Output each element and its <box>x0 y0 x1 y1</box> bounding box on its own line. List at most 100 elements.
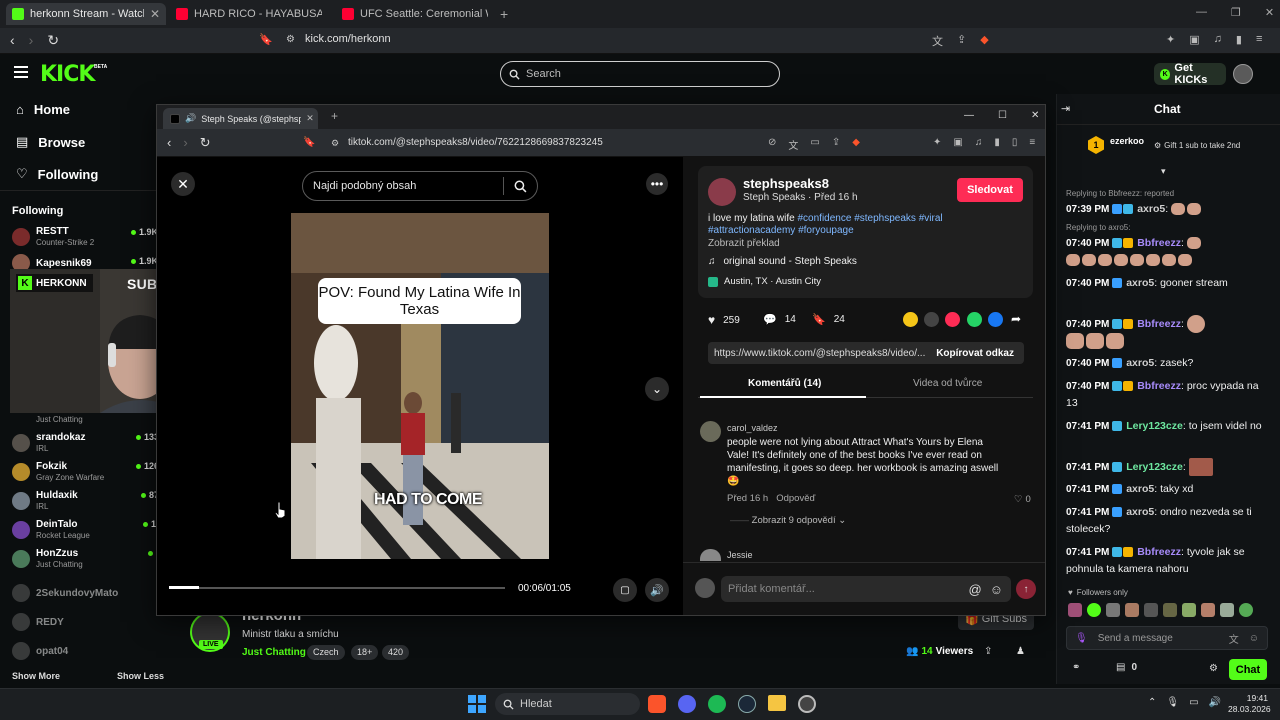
reload-icon[interactable]: ↻ <box>200 135 211 151</box>
hamburger-menu-icon[interactable] <box>14 66 28 78</box>
vpn-icon[interactable]: ▮ <box>994 137 1000 148</box>
close-icon[interactable]: ✕ <box>1265 6 1274 19</box>
next-video-icon[interactable]: ⌄ <box>645 377 669 401</box>
hashtag[interactable]: #viral <box>919 213 943 224</box>
follow-button[interactable]: Sledovat <box>957 178 1023 202</box>
restore-icon[interactable]: ❐ <box>1231 6 1241 19</box>
translate-icon[interactable]: 文 <box>788 137 798 152</box>
gift-sub-prompt[interactable]: ⚙ Gift 1 sub to take 2nd <box>1154 141 1240 150</box>
emoji-icon[interactable]: ☺ <box>990 582 1003 597</box>
channel-points-icon[interactable]: ⚭ <box>1072 662 1080 673</box>
cast-icon[interactable]: ▭ <box>810 137 819 152</box>
facebook-icon[interactable] <box>988 312 1003 327</box>
file-explorer-icon[interactable] <box>768 695 786 711</box>
taskbar-search[interactable]: Hledat <box>495 693 640 715</box>
tag-18plus[interactable]: 18+ <box>351 645 379 660</box>
avatar[interactable] <box>1106 603 1120 617</box>
show-more-link[interactable]: Show More <box>12 671 60 681</box>
avatar[interactable] <box>1068 603 1082 617</box>
nav-following[interactable]: ♡ Following <box>16 166 98 182</box>
video-progress-track[interactable] <box>169 587 505 589</box>
discord-icon[interactable] <box>678 695 696 713</box>
channel-offline[interactable]: opat04 <box>12 642 68 660</box>
volume-icon[interactable]: 🔊 <box>645 578 669 602</box>
minimize-icon[interactable]: — <box>964 110 974 121</box>
channel-honzzus[interactable]: HonZzus Just Chatting <box>12 548 83 569</box>
tab-creator-videos[interactable]: Videa od tvůrce <box>913 378 982 389</box>
sidebar-icon[interactable]: ▯ <box>1012 137 1018 148</box>
back-icon[interactable]: ‹ <box>10 32 15 49</box>
speaker-icon[interactable]: 🔊 <box>1209 697 1221 708</box>
comment-username[interactable]: carol_valdez <box>727 423 778 433</box>
tab-kick[interactable]: herkonn Stream - Watch Live on Kick ✕ <box>6 3 166 25</box>
send-to-friends-icon[interactable] <box>945 312 960 327</box>
brave-shield-icon[interactable]: ◆ <box>852 137 860 152</box>
network-icon[interactable]: ▭ <box>1189 697 1198 708</box>
channel-fokzik[interactable]: Fokzik Gray Zone Warfare <box>12 461 104 482</box>
channel-deintalo[interactable]: DeinTalo Rocket League <box>12 519 90 540</box>
user-avatar[interactable] <box>1233 64 1253 84</box>
show-less-link[interactable]: Show Less <box>117 671 164 681</box>
tab-youtube-hard-rico[interactable]: HARD RICO - HAYABUSA (Official Video) <box>170 3 330 25</box>
top-gifter-name[interactable]: ezerkoo <box>1110 136 1144 146</box>
extensions-icon[interactable]: ✦ <box>1166 33 1175 46</box>
avatar[interactable] <box>1201 603 1215 617</box>
media-icon[interactable]: ♫ <box>975 137 983 148</box>
mic-icon[interactable]: 🎙 <box>1075 633 1088 644</box>
share-icon[interactable]: ⇪ <box>832 137 840 152</box>
bookmark-icon[interactable]: 🔖 <box>303 137 315 148</box>
comment-like-button[interactable]: ♡ 0 <box>1014 494 1031 505</box>
reload-icon[interactable]: ↻ <box>47 32 59 49</box>
post-comment-button[interactable]: ↑ <box>1016 579 1036 599</box>
taskbar-clock[interactable]: 19:41 28.03.2026 <box>1228 693 1271 715</box>
popup-url-text[interactable]: tiktok.com/@stephspeaks8/video/762212866… <box>348 137 603 148</box>
similar-content-search-input[interactable]: Najdi podobný obsah <box>302 171 538 201</box>
pinned-toggle-icon[interactable]: ▾ <box>1161 166 1166 177</box>
site-info-icon[interactable]: ⚙ <box>331 138 339 149</box>
channel-srandokaz[interactable]: srandokaz IRL <box>12 432 85 453</box>
hashtag[interactable]: #confidence <box>797 213 851 224</box>
microphone-icon[interactable]: 🎙 <box>1166 697 1179 708</box>
popup-tab-tiktok[interactable]: 🔊 Steph Speaks (@stephspeaks8) | TikTok … <box>163 108 318 129</box>
mini-player-icon[interactable]: ▢ <box>613 578 637 602</box>
search-icon[interactable] <box>514 180 527 193</box>
nav-home[interactable]: ⌂ Home <box>16 102 70 117</box>
chevron-up-icon[interactable]: ⌃ <box>1148 697 1156 708</box>
emoji-icon[interactable]: ☺ <box>1249 633 1259 644</box>
more-options-icon[interactable]: ••• <box>646 173 668 195</box>
mention-icon[interactable]: @ <box>969 582 982 597</box>
follow-user-icon[interactable]: ♟ <box>1016 646 1025 657</box>
url-text[interactable]: kick.com/herkonn <box>305 33 391 45</box>
commenter-avatar[interactable] <box>700 549 721 561</box>
search-input[interactable]: Search <box>500 61 780 87</box>
minimize-icon[interactable]: — <box>1196 6 1207 19</box>
tab-comments[interactable]: Komentářů (14) <box>748 378 821 389</box>
brave-shield-icon[interactable]: ◆ <box>980 33 988 49</box>
forward-icon[interactable]: › <box>183 135 187 151</box>
start-button-icon[interactable] <box>468 695 486 713</box>
media-icon[interactable]: ♫ <box>1214 33 1222 46</box>
avatar[interactable] <box>1163 603 1177 617</box>
author-avatar[interactable] <box>708 178 736 206</box>
save-button[interactable]: 🔖 24 <box>812 313 845 326</box>
get-kicks-button[interactable]: K Get KICKs <box>1154 62 1226 86</box>
show-replies-link[interactable]: —— Zobrazit 9 odpovědí ⌄ <box>730 515 846 526</box>
close-icon[interactable]: ✕ <box>1031 110 1039 121</box>
new-tab-button[interactable]: + <box>331 109 338 123</box>
brave-icon[interactable] <box>648 695 666 713</box>
tab-youtube-ufc[interactable]: UFC Seattle: Ceremonial Weigh-In - YouTu… <box>336 3 496 25</box>
repost-icon[interactable] <box>903 312 918 327</box>
points-counter[interactable]: ▤ 0 <box>1116 662 1137 673</box>
channel-restt[interactable]: RESTT Counter-Strike 2 <box>12 226 94 247</box>
close-video-icon[interactable]: ✕ <box>171 172 195 196</box>
obs-icon[interactable] <box>798 695 816 713</box>
like-button[interactable]: ♥ 259 <box>708 313 740 327</box>
sidebar-icon[interactable]: ▮ <box>1236 33 1242 46</box>
channel-offline[interactable]: REDY <box>12 613 64 631</box>
stream-category[interactable]: Just Chatting <box>242 647 306 658</box>
comments-button[interactable]: 💬 14 <box>763 313 796 326</box>
chat-message-input[interactable]: 🎙 Send a message 文 ☺ <box>1066 626 1268 650</box>
nav-browse[interactable]: ▤ Browse <box>16 134 85 150</box>
hashtag[interactable]: #foryoupage <box>798 225 854 236</box>
channel-offline[interactable]: 2SekundovyMato <box>12 584 118 602</box>
